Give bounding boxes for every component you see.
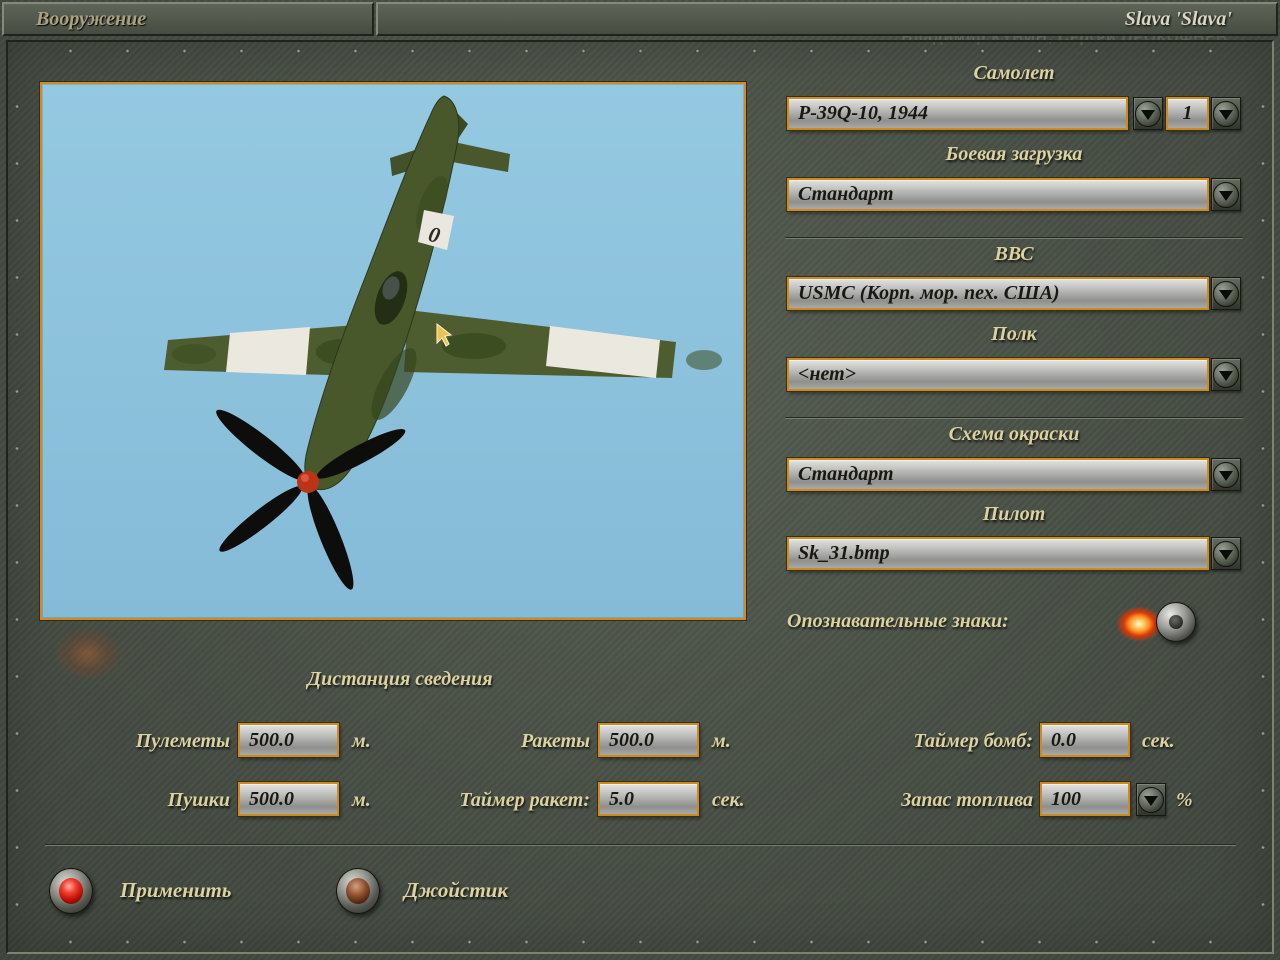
rivet-strip bbox=[16, 45, 1264, 57]
rockets-label: Ракеты bbox=[400, 730, 590, 753]
loadout-select[interactable]: Стандарт bbox=[787, 178, 1209, 211]
dropdown-arrow-icon bbox=[1138, 787, 1164, 813]
loadout-select-arrow-button[interactable] bbox=[1211, 178, 1241, 211]
bottom-divider bbox=[45, 844, 1236, 846]
bomb-timer-input[interactable]: 0.0 bbox=[1040, 723, 1130, 757]
rockets-input[interactable]: 500.0 bbox=[598, 723, 699, 757]
airforce-section-label: ВВС bbox=[785, 243, 1243, 266]
rivet-strip bbox=[11, 56, 23, 936]
dropdown-arrow-icon bbox=[1213, 462, 1239, 488]
machineguns-input[interactable]: 500.0 bbox=[238, 723, 339, 757]
rockets-unit: м. bbox=[712, 730, 731, 753]
rocket-timer-unit: сек. bbox=[712, 789, 745, 812]
aircraft-count-field[interactable]: 1 bbox=[1166, 97, 1209, 130]
apply-button[interactable] bbox=[49, 868, 93, 914]
aircraft-select[interactable]: P-39Q-10, 1944 bbox=[787, 97, 1128, 130]
fuel-arrow-button[interactable] bbox=[1136, 783, 1166, 816]
pilot-skin-select[interactable]: Sk_31.bmp bbox=[787, 537, 1209, 570]
joystick-button[interactable] bbox=[336, 868, 380, 914]
machineguns-label: Пулеметы bbox=[40, 730, 230, 753]
cannons-label: Пушки bbox=[40, 789, 230, 812]
armament-screen: Владимир КУНИН, Сергей ПРОКОФЬЕВ Вооруже… bbox=[0, 0, 1280, 960]
aircraft-count-arrow-button[interactable] bbox=[1211, 97, 1241, 130]
dropdown-arrow-icon bbox=[1135, 101, 1161, 127]
titlebar-right: Slava 'Slava' bbox=[376, 2, 1278, 36]
fuel-input[interactable]: 100 bbox=[1040, 782, 1130, 816]
aircraft-select-arrow-button[interactable] bbox=[1133, 97, 1163, 130]
apply-button-label[interactable]: Применить bbox=[120, 878, 232, 903]
rivet-strip bbox=[16, 936, 1264, 948]
airforce-select-arrow-button[interactable] bbox=[1211, 277, 1241, 310]
paint-scheme-select[interactable]: Стандарт bbox=[787, 458, 1209, 491]
bomb-timer-label: Таймер бомб: bbox=[830, 730, 1033, 753]
fuel-label: Запас топлива bbox=[830, 789, 1033, 812]
section-divider bbox=[785, 417, 1243, 419]
pilot-skin-arrow-button[interactable] bbox=[1211, 537, 1241, 570]
convergence-title: Дистанция сведения bbox=[248, 668, 552, 691]
rocket-timer-label: Таймер ракет: bbox=[400, 789, 590, 812]
background-art bbox=[52, 626, 124, 682]
joystick-button-label[interactable]: Джойстик bbox=[404, 878, 508, 903]
section-divider bbox=[785, 237, 1243, 239]
aircraft-3d-view: 0 bbox=[42, 84, 744, 618]
cannons-input[interactable]: 500.0 bbox=[238, 782, 339, 816]
paint-scheme-arrow-button[interactable] bbox=[1211, 458, 1241, 491]
dropdown-arrow-icon bbox=[1213, 101, 1239, 127]
player-name: Slava 'Slava' bbox=[1125, 8, 1232, 31]
markings-indicator-light bbox=[1116, 606, 1162, 642]
rivet-strip bbox=[1257, 56, 1269, 936]
bomb-timer-unit: сек. bbox=[1142, 730, 1175, 753]
pilot-section-label: Пилот bbox=[785, 503, 1243, 526]
machineguns-unit: м. bbox=[352, 730, 371, 753]
regiment-select-arrow-button[interactable] bbox=[1211, 358, 1241, 391]
amber-lamp-icon bbox=[346, 878, 370, 904]
cannons-unit: м. bbox=[352, 789, 371, 812]
regiment-section-label: Полк bbox=[785, 323, 1243, 346]
dropdown-arrow-icon bbox=[1213, 182, 1239, 208]
aircraft-section-label: Самолет bbox=[785, 62, 1243, 85]
dropdown-arrow-icon bbox=[1213, 362, 1239, 388]
titlebar-left: Вооружение bbox=[2, 2, 374, 36]
red-lamp-icon bbox=[59, 878, 83, 904]
dropdown-arrow-icon bbox=[1213, 281, 1239, 307]
fuel-unit: % bbox=[1176, 789, 1193, 812]
regiment-select[interactable]: <нет> bbox=[787, 358, 1209, 391]
markings-label: Опознавательные знаки: bbox=[787, 610, 1009, 633]
airforce-select[interactable]: USMC (Корп. мор. пех. США) bbox=[787, 277, 1209, 310]
screen-title: Вооружение bbox=[36, 8, 146, 31]
rocket-timer-input[interactable]: 5.0 bbox=[598, 782, 699, 816]
loadout-section-label: Боевая загрузка bbox=[785, 143, 1243, 166]
paint-section-label: Схема окраски bbox=[785, 423, 1243, 446]
dropdown-arrow-icon bbox=[1213, 541, 1239, 567]
aircraft-preview-panel: 0 bbox=[40, 82, 746, 620]
markings-toggle[interactable] bbox=[1156, 602, 1196, 642]
